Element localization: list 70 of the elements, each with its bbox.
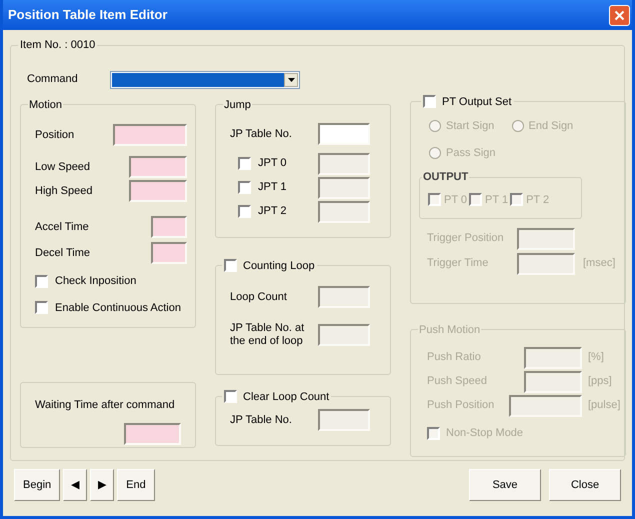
dialog-button[interactable]: Save xyxy=(469,469,541,501)
input-field[interactable] xyxy=(318,176,370,198)
close-icon xyxy=(614,10,625,20)
checkbox-label: PT Output Set xyxy=(442,94,512,110)
checkbox[interactable] xyxy=(238,181,251,194)
unit-label: [pps] xyxy=(588,374,612,390)
checkbox[interactable] xyxy=(35,301,48,314)
field-label: Push Ratio xyxy=(426,350,482,366)
checkbox-label: Enable Continuous Action xyxy=(55,300,181,316)
checkbox-label: JPT 2 xyxy=(258,204,287,220)
input-field[interactable] xyxy=(318,200,370,222)
input-field[interactable] xyxy=(151,242,187,264)
window-title: Position Table Item Editor xyxy=(8,6,168,24)
input-field[interactable] xyxy=(318,152,370,174)
input-field[interactable] xyxy=(124,423,181,445)
field-label: JP Table No. at the end of loop xyxy=(229,322,306,348)
input-field[interactable] xyxy=(129,180,187,202)
input-field[interactable] xyxy=(318,324,370,346)
field-label: Decel Time xyxy=(34,246,90,261)
field-label: Push Speed xyxy=(426,374,488,390)
nav-button[interactable]: ◀ xyxy=(63,469,88,501)
group-title: Jump xyxy=(223,98,252,112)
checkbox[interactable] xyxy=(35,274,48,288)
checkbox[interactable] xyxy=(238,157,251,170)
checkbox-label: JPT 0 xyxy=(258,156,287,172)
group-title: Push Motion xyxy=(418,322,482,338)
field-label: Trigger Time xyxy=(426,256,490,272)
checkbox[interactable] xyxy=(224,390,237,404)
input-field[interactable] xyxy=(318,409,370,431)
item-number-label: Item No. : 0010 xyxy=(19,38,96,53)
unit-label: [msec] xyxy=(583,256,616,272)
group-title: OUTPUT xyxy=(422,170,470,185)
command-label: Command xyxy=(26,72,79,88)
field-label: JP Table No. xyxy=(229,412,292,428)
input-field[interactable] xyxy=(113,124,187,146)
input-field[interactable] xyxy=(318,123,370,145)
checkbox-label: Non-Stop Mode xyxy=(446,426,524,441)
input-field[interactable] xyxy=(129,156,187,178)
checkbox-label: Clear Loop Count xyxy=(243,390,330,404)
checkbox-label: PT 0 xyxy=(444,192,468,208)
field-label: Waiting Time after command xyxy=(35,398,176,412)
checkbox[interactable] xyxy=(224,259,237,272)
field-label: Push Position xyxy=(426,398,496,414)
field-label: High Speed xyxy=(34,184,92,199)
nav-button[interactable]: ▶ xyxy=(90,469,114,501)
radio-label: Pass Sign xyxy=(446,146,496,160)
unit-label: [pulse] xyxy=(588,398,620,414)
field-label: Loop Count xyxy=(229,290,288,304)
radio-label: End Sign xyxy=(528,119,574,134)
checkbox[interactable] xyxy=(238,205,251,218)
close-button[interactable] xyxy=(609,4,630,26)
checkbox-label: Counting Loop xyxy=(243,258,315,274)
field-label: JP Table No. xyxy=(229,126,292,142)
field-label: Position xyxy=(34,128,74,143)
checkbox-label: Check Inposition xyxy=(55,274,136,289)
radio-label: Start Sign xyxy=(446,119,494,134)
field-label: Accel Time xyxy=(34,220,89,235)
dialog-button[interactable]: Close xyxy=(549,469,621,501)
nav-button[interactable]: End xyxy=(117,469,155,501)
checkbox-label: PT 2 xyxy=(526,192,550,208)
field-label: Trigger Position xyxy=(426,231,505,246)
field-label: Low Speed xyxy=(34,160,90,175)
input-field[interactable] xyxy=(318,286,370,308)
checkbox-label: JPT 1 xyxy=(258,180,287,196)
group-title: Motion xyxy=(28,98,64,112)
checkbox-label: PT 1 xyxy=(485,192,508,208)
nav-button[interactable]: Begin xyxy=(14,469,60,501)
unit-label: [%] xyxy=(588,350,604,366)
command-dropdown[interactable] xyxy=(110,70,300,88)
input-field[interactable] xyxy=(151,216,187,238)
